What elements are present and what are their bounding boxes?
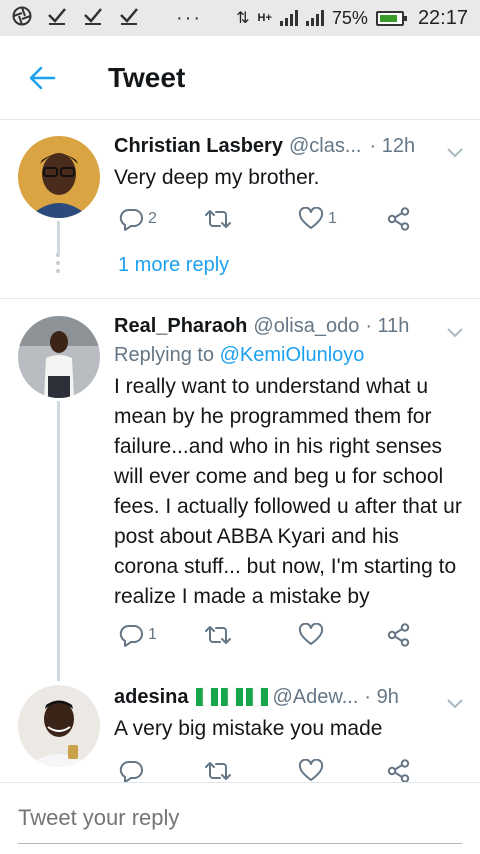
like-button[interactable]: 1 xyxy=(298,207,337,231)
retweet-icon xyxy=(205,626,231,644)
retweet-button[interactable] xyxy=(204,759,236,783)
chevron-down-icon[interactable] xyxy=(446,320,464,338)
reply-icon xyxy=(119,209,143,231)
author-name[interactable]: Real_Pharaoh xyxy=(114,313,247,339)
battery-percent: 75% xyxy=(331,7,368,28)
tweet-reply[interactable]: adesina @Adew... · 9h A very big mistake… xyxy=(0,681,480,783)
app-header: Tweet xyxy=(0,36,480,120)
chevron-down-icon[interactable] xyxy=(446,691,464,709)
reply-button[interactable]: 2 xyxy=(118,207,157,231)
share-icon xyxy=(387,623,410,647)
tweet-reply[interactable]: Christian Lasbery @clas... · 12h Very de… xyxy=(0,121,480,299)
status-bar: ··· ⇅ H+ 75% 22:17 xyxy=(0,0,480,36)
tweet-actions: 2 1 xyxy=(116,207,416,235)
check-icon xyxy=(118,6,140,30)
share-button[interactable] xyxy=(386,759,412,783)
tweet-time: · 12h xyxy=(369,135,416,157)
page-title: Tweet xyxy=(108,62,186,93)
reply-count: 1 xyxy=(148,626,157,643)
like-button[interactable] xyxy=(298,759,328,783)
tweet-text: I really want to understand what u mean … xyxy=(114,375,462,608)
retweet-icon xyxy=(205,762,231,780)
reply-button[interactable]: 1 xyxy=(118,623,157,647)
back-arrow-icon[interactable] xyxy=(28,64,56,92)
signal-icon xyxy=(279,10,298,26)
network-type: H+ xyxy=(257,12,272,24)
check-icon xyxy=(46,6,68,30)
aperture-icon xyxy=(12,6,32,30)
avatar[interactable] xyxy=(18,316,100,398)
share-icon xyxy=(387,207,410,231)
tweet-actions: 1 xyxy=(116,623,416,651)
thread-line xyxy=(57,221,60,253)
tweet-time: · 9h xyxy=(364,686,399,708)
tweet-text: Very deep my brother. xyxy=(114,166,320,189)
tweet-text: A very big mistake you made xyxy=(114,717,383,740)
replying-to-label: Replying to xyxy=(114,344,220,366)
tweet-time: · 11h xyxy=(365,315,410,337)
replying-to: Replying to @KemiOlunloyo xyxy=(114,341,464,369)
share-button[interactable] xyxy=(386,207,412,231)
avatar[interactable] xyxy=(18,136,100,218)
retweet-button[interactable] xyxy=(204,623,236,647)
data-transfer-icon: ⇅ xyxy=(236,10,250,27)
like-count: 1 xyxy=(328,210,337,227)
avatar[interactable] xyxy=(18,685,100,767)
share-button[interactable] xyxy=(386,623,412,647)
signal-icon xyxy=(305,10,324,26)
check-icon xyxy=(82,6,104,30)
reply-button[interactable] xyxy=(118,759,148,783)
more-notifications-icon: ··· xyxy=(176,7,202,29)
nigeria-flag-emoji-icon xyxy=(196,687,269,707)
like-button[interactable] xyxy=(298,623,328,647)
retweet-button[interactable] xyxy=(204,207,236,231)
retweet-icon xyxy=(205,210,231,228)
reply-input[interactable] xyxy=(18,805,462,831)
heart-icon xyxy=(298,207,324,229)
battery-icon xyxy=(375,10,407,26)
author-handle[interactable]: @clas... xyxy=(289,133,362,159)
thread-dots xyxy=(56,253,60,277)
share-icon xyxy=(387,759,410,783)
heart-icon xyxy=(298,623,324,645)
author-handle[interactable]: @olisa_odo xyxy=(253,313,359,339)
heart-icon xyxy=(298,759,324,781)
author-name[interactable]: Christian Lasbery xyxy=(114,133,283,159)
thread-line xyxy=(57,401,60,681)
tweet-reply[interactable]: Real_Pharaoh @olisa_odo · 11h Replying t… xyxy=(0,299,480,681)
more-replies-link[interactable]: 1 more reply xyxy=(118,254,229,277)
reply-input-underline xyxy=(18,843,462,844)
reply-composer xyxy=(0,782,480,854)
reply-icon xyxy=(119,761,143,783)
author-name[interactable]: adesina xyxy=(114,684,188,710)
chevron-down-icon[interactable] xyxy=(446,140,464,158)
replying-to-handle[interactable]: @KemiOlunloyo xyxy=(220,344,365,366)
author-handle[interactable]: @Adew... xyxy=(272,684,358,710)
reply-count: 2 xyxy=(148,210,157,227)
reply-icon xyxy=(119,625,143,647)
clock: 22:17 xyxy=(417,6,468,29)
